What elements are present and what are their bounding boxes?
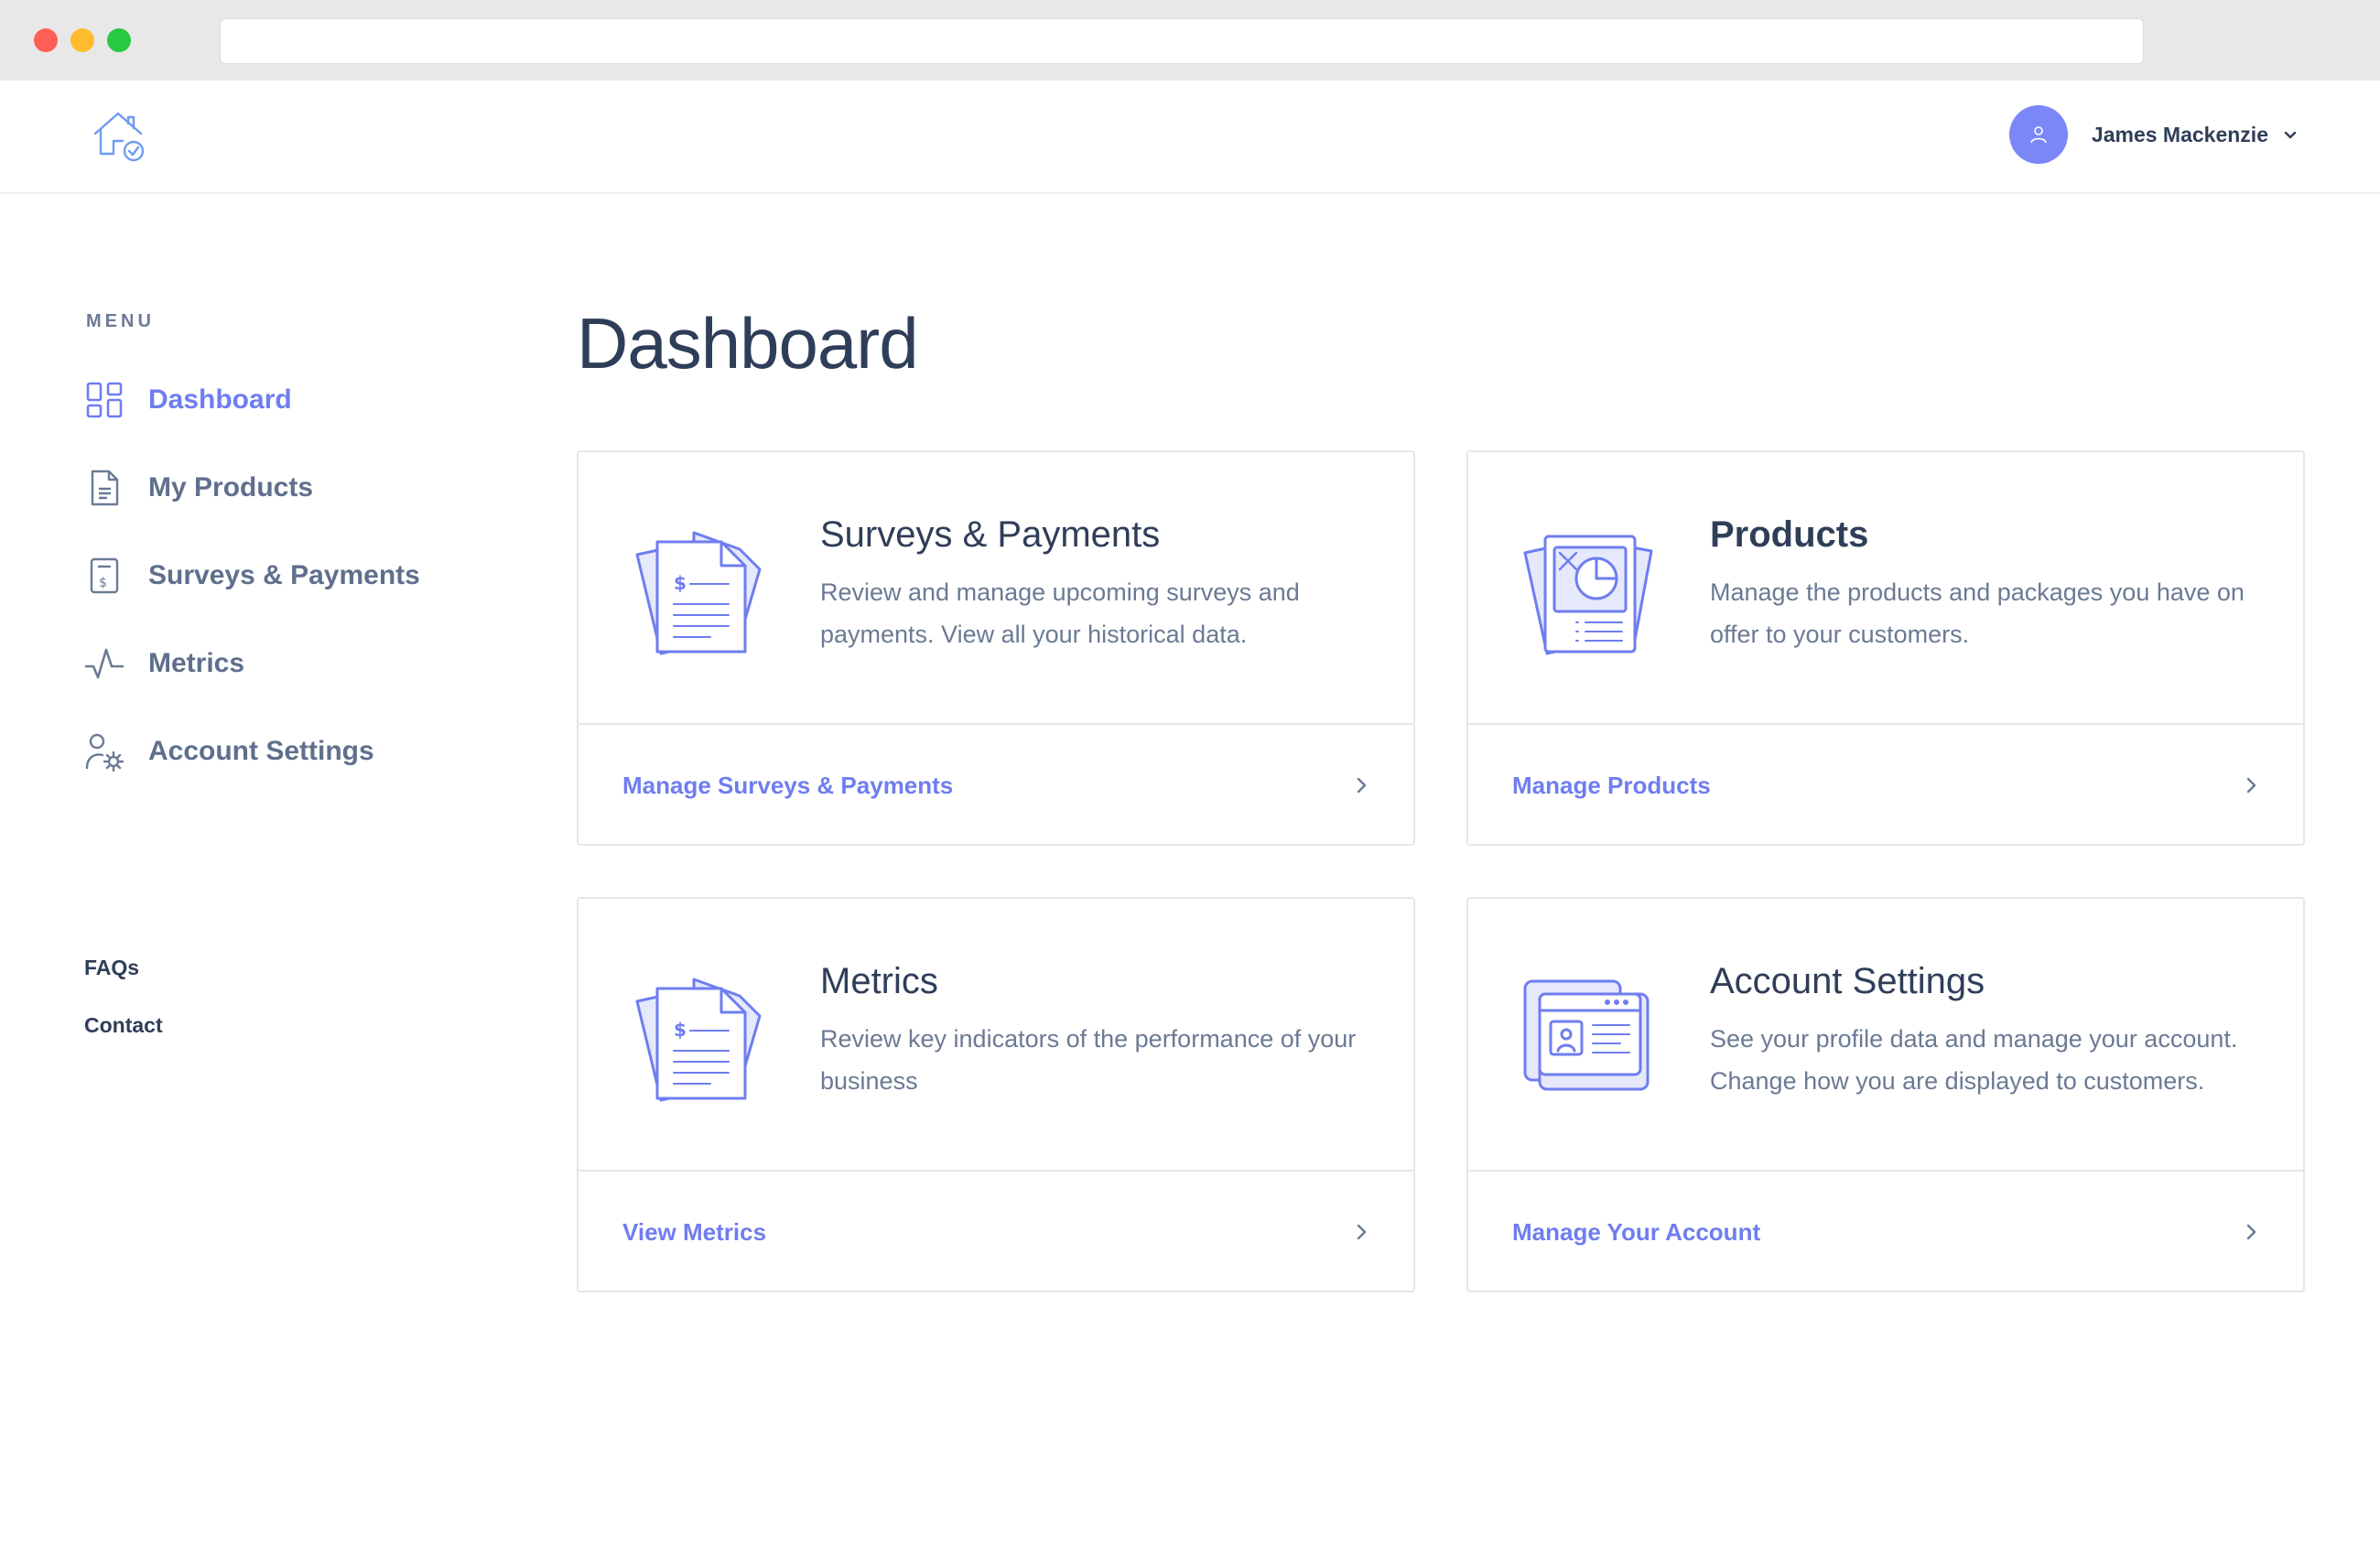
card-link-label: View Metrics	[622, 1217, 767, 1246]
user-gear-icon	[84, 731, 124, 772]
faqs-link[interactable]: FAQs	[84, 956, 163, 980]
card-description: See your profile data and manage your ac…	[1710, 1025, 2238, 1095]
grid-icon	[84, 380, 124, 420]
card-title: Surveys & Payments	[820, 514, 1161, 555]
menu-heading: MENU	[86, 311, 155, 331]
view-metrics-link[interactable]: View Metrics	[579, 1172, 1413, 1292]
card-description: Review and manage upcoming surveys and p…	[820, 578, 1300, 648]
card-title: Account Settings	[1710, 961, 1985, 1001]
card-surveys-payments: $ Surveys & Payments Review and manage u…	[577, 450, 1415, 846]
sidebar-item-label: Dashboard	[148, 384, 292, 415]
chevron-right-icon	[2246, 777, 2256, 794]
sidebar-item-surveys-payments[interactable]: $ Surveys & Payments	[84, 532, 469, 620]
manage-surveys-payments-link[interactable]: Manage Surveys & Payments	[579, 725, 1413, 846]
sidebar-item-dashboard[interactable]: Dashboard	[84, 356, 469, 444]
browser-chrome	[0, 0, 2380, 81]
card-link-label: Manage Surveys & Payments	[622, 771, 954, 799]
chevron-right-icon	[1357, 777, 1367, 794]
app-header: James Mackenzie	[0, 81, 2380, 194]
sidebar-item-label: Surveys & Payments	[148, 560, 420, 590]
manage-account-link[interactable]: Manage Your Account	[1468, 1172, 2303, 1292]
contact-link[interactable]: Contact	[84, 1013, 163, 1038]
pulse-icon	[84, 643, 124, 684]
sidebar-item-label: Metrics	[148, 648, 245, 678]
avatar[interactable]	[2008, 105, 2068, 164]
receipt-icon: $	[84, 556, 124, 596]
user-menu[interactable]: James Mackenzie	[2008, 104, 2299, 165]
sidebar-item-my-products[interactable]: My Products	[84, 444, 469, 532]
sidebar-item-account-settings[interactable]: Account Settings	[84, 708, 469, 795]
card-link-label: Manage Your Account	[1512, 1217, 1761, 1246]
house-check-logo-icon[interactable]	[92, 108, 148, 165]
card-account-settings: Account Settings See your profile data a…	[1466, 897, 2305, 1292]
sidebar-footer-links: FAQs Contact	[84, 956, 163, 1071]
svg-text:$: $	[674, 572, 687, 594]
chevron-right-icon	[2246, 1224, 2256, 1240]
card-metrics: $ Metrics Review key indicators of the p…	[577, 897, 1415, 1292]
invoice-documents-icon: $	[630, 963, 773, 1106]
user-name[interactable]: James Mackenzie	[2092, 123, 2268, 147]
sidebar-item-label: My Products	[148, 472, 314, 502]
chevron-down-icon[interactable]	[2281, 125, 2299, 144]
card-title: Metrics	[820, 961, 938, 1001]
window-minimize-button[interactable]	[70, 28, 94, 52]
chevron-right-icon	[1357, 1224, 1367, 1240]
sidebar-item-label: Account Settings	[148, 736, 374, 766]
sidebar-item-metrics[interactable]: Metrics	[84, 620, 469, 708]
profile-windows-icon	[1520, 963, 1662, 1106]
card-title: Products	[1710, 514, 1869, 555]
card-description: Manage the products and packages you hav…	[1710, 578, 2245, 648]
svg-text:$: $	[99, 576, 107, 590]
card-products: Products Manage the products and package…	[1466, 450, 2305, 846]
sidebar: MENU Dashboard My Products $ Surveys & P…	[84, 311, 469, 795]
window-maximize-button[interactable]	[107, 28, 131, 52]
page-title: Dashboard	[577, 303, 919, 384]
card-description: Review key indicators of the performance…	[820, 1025, 1357, 1095]
manage-products-link[interactable]: Manage Products	[1468, 725, 2303, 846]
report-documents-icon	[1520, 516, 1662, 659]
svg-text:$: $	[674, 1019, 687, 1041]
document-icon	[84, 468, 124, 508]
window-close-button[interactable]	[34, 28, 58, 52]
address-bar[interactable]	[220, 18, 2144, 64]
invoice-documents-icon: $	[630, 516, 773, 659]
card-link-label: Manage Products	[1512, 771, 1711, 799]
